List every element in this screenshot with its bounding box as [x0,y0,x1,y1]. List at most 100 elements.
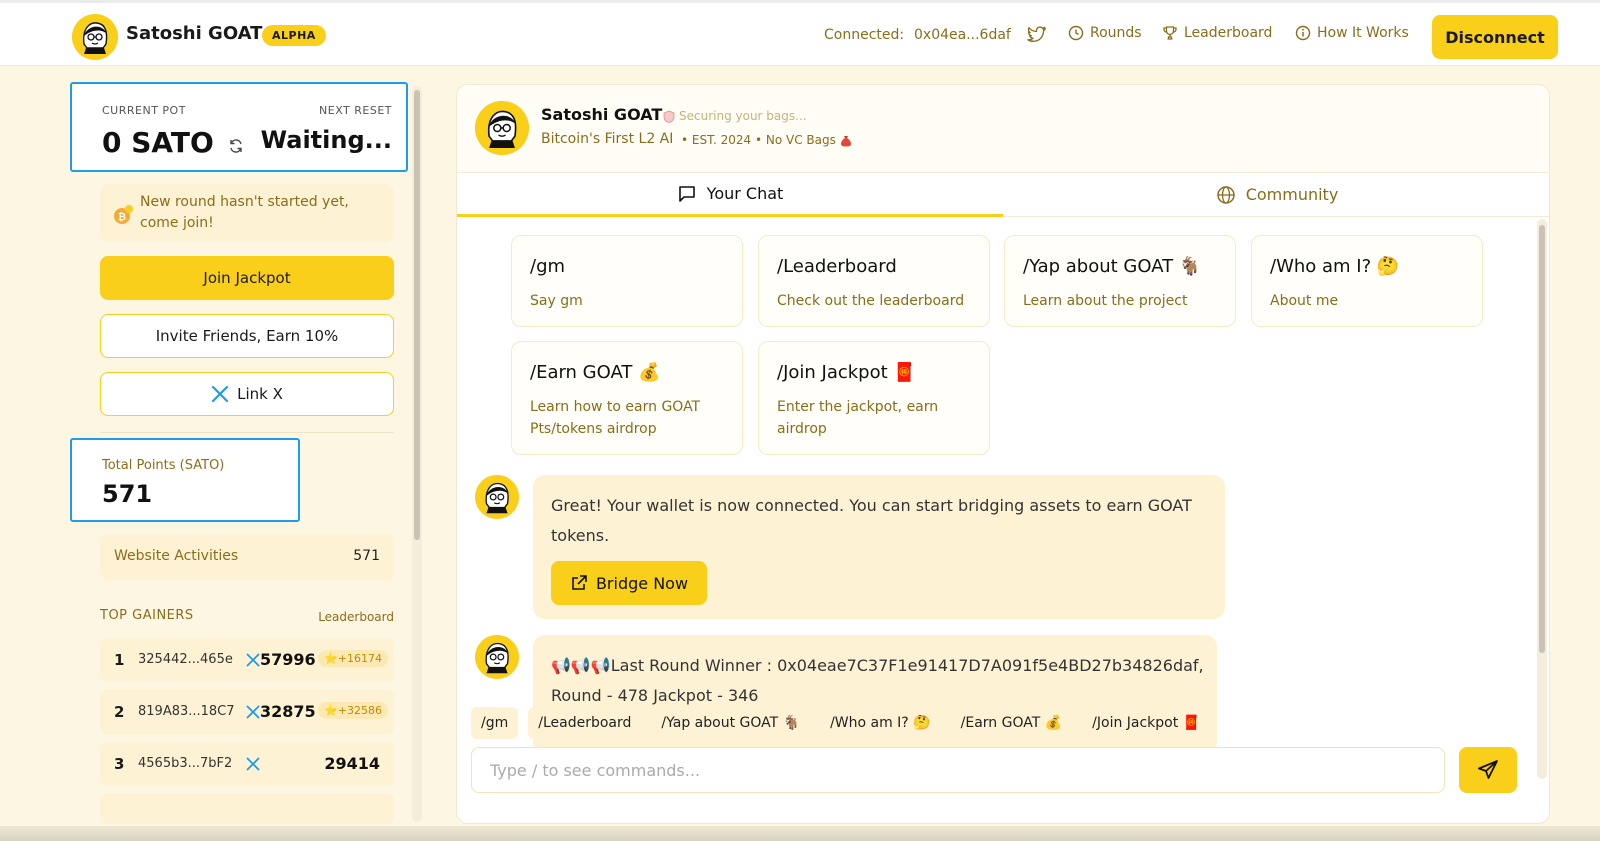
bot-header: Satoshi GOAT Securing your bags... Bitco… [457,85,1549,173]
nav-how-it-works[interactable]: How It Works [1295,25,1409,41]
satoshi-face-icon [475,101,529,155]
bridge-now-button[interactable]: Bridge Now [551,561,707,605]
round-line: Round - 478 Jackpot - 346 [551,686,759,705]
connected-address[interactable]: 0x04ea...6daf [914,27,1011,43]
satoshi-face-icon [475,635,519,679]
gainer-row[interactable]: 1 325442...465e 57996 ⭐+16174 [100,638,394,682]
external-link-icon [572,575,587,590]
invite-friends-button[interactable]: Invite Friends, Earn 10% [100,314,394,358]
total-points-value: 571 [102,480,153,508]
bot-tagline: Bitcoin's First L2 AI [541,131,674,147]
current-pot-label: CURRENT POT [102,104,186,117]
command-card-join-jackpot[interactable]: /Join Jackpot 🧧 Enter the jackpot, earn … [758,341,990,455]
quick-command-chip[interactable]: /Earn GOAT 💰 [950,707,1073,739]
nav-leaderboard-label: Leaderboard [1184,25,1273,41]
command-title: /Who am I? 🤔 [1270,256,1400,277]
left-panel: CURRENT POT 0 SATO NEXT RESET Waiting...… [70,82,412,824]
bitcoin-coin-icon: ₿ [112,202,136,230]
bot-avatar [475,101,529,155]
link-x-button[interactable]: Link X [100,372,394,416]
chat-scrollbar-thumb[interactable] [1539,225,1545,653]
command-card-yap[interactable]: /Yap about GOAT 🐐 Learn about the projec… [1004,235,1236,327]
trophy-icon [1163,26,1177,40]
command-card-who-am-i[interactable]: /Who am I? 🤔 About me [1251,235,1483,327]
chat-panel: Satoshi GOAT Securing your bags... Bitco… [456,84,1550,824]
left-scrollbar-thumb[interactable] [414,90,420,540]
tab-your-chat[interactable]: Your Chat [457,173,1003,217]
refresh-icon[interactable] [228,138,244,158]
gainer-row[interactable] [100,794,394,824]
round-notice-text: New round hasn't started yet, come join! [140,194,349,231]
next-reset-value: Waiting... [260,126,392,154]
nav-leaderboard[interactable]: Leaderboard [1162,25,1272,41]
activities-value: 571 [353,548,380,564]
top-navbar: Satoshi GOAT ALPHA Connected: 0x04ea...6… [0,0,1600,66]
command-description: Say gm [530,293,583,309]
gainer-row[interactable]: 2 819A83...18C7 32875 ⭐+32586 [100,690,394,734]
disconnect-button[interactable]: Disconnect [1432,15,1558,59]
quick-command-chip[interactable]: /Yap about GOAT 🐐 [651,707,811,739]
tab-your-chat-label: Your Chat [706,184,784,203]
bot-message-avatar [475,475,519,519]
logo-avatar[interactable] [72,14,118,60]
tab-community-label: Community [1245,185,1339,204]
nav-rounds-label: Rounds [1090,25,1142,41]
bot-status: Securing your bags... [663,109,807,123]
twitter-icon[interactable] [1027,26,1047,48]
join-jackpot-button[interactable]: Join Jackpot [100,256,394,300]
total-points-card: Total Points (SATO) 571 [70,438,300,522]
send-icon [1478,760,1498,779]
command-card-gm[interactable]: /gm Say gm [511,235,743,327]
next-reset-label: NEXT RESET [319,104,392,117]
quick-command-chip[interactable]: /gm [471,707,519,739]
command-title: /gm [530,256,566,277]
tab-community[interactable]: Community [1003,173,1549,217]
command-title: /Join Jackpot 🧧 [777,362,916,383]
quick-command-chip[interactable]: /Who am I? 🤔 [820,707,941,739]
top-gainers-leaderboard-link[interactable]: Leaderboard [318,610,394,624]
bridge-now-label: Bridge Now [595,573,689,593]
website-activities-row: Website Activities 571 [100,534,394,580]
round-notice: ₿ New round hasn't started yet, come joi… [100,184,394,242]
alpha-badge: ALPHA [262,25,326,46]
gainer-score: 29414 [324,754,380,773]
satoshi-face-icon [72,14,118,60]
message-text: Great! Your wallet is now connected. You… [551,496,1192,545]
command-title: /Leaderboard [777,256,897,277]
command-title: /Yap about GOAT 🐐 [1023,256,1202,277]
gainer-rank: 2 [114,703,125,721]
nav-rounds[interactable]: Rounds [1068,25,1142,41]
gainer-address: 325442...465e [138,652,233,667]
gainer-rank: 1 [114,651,125,669]
quick-command-chip[interactable]: /Join Jackpot 🧧 [1082,707,1211,739]
shield-icon [663,110,675,123]
bottom-edge [0,826,1600,841]
gainer-rank: 3 [114,755,125,773]
bot-message-avatar [475,635,519,679]
gainer-row[interactable]: 3 4565b3...7bF2 29414 [100,742,394,786]
command-title: /Earn GOAT 💰 [530,362,661,383]
x-logo-icon [246,704,260,723]
svg-text:₿: ₿ [118,211,126,223]
satoshi-face-icon [475,475,519,519]
send-button[interactable] [1459,747,1517,793]
quick-command-chip[interactable]: /Leaderboard [528,707,642,739]
gainer-delta-value: +16174 [337,652,382,665]
command-card-leaderboard[interactable]: /Leaderboard Check out the leaderboard [758,235,990,327]
gainer-delta: ⭐+16174 [318,650,388,667]
current-pot-card: CURRENT POT 0 SATO NEXT RESET Waiting... [70,82,408,172]
link-x-label: Link X [237,385,283,403]
quick-commands: /gm /Leaderboard /Yap about GOAT 🐐 /Who … [471,707,1531,741]
command-description: Learn about the project [1023,293,1188,309]
command-card-earn-goat[interactable]: /Earn GOAT 💰 Learn how to earn GOAT Pts/… [511,341,743,455]
wallet-connected-message: Great! Your wallet is now connected. You… [533,475,1225,619]
gainer-delta: ⭐+32586 [318,702,388,719]
command-description: Learn how to earn GOAT Pts/tokens airdro… [530,399,701,437]
chat-input[interactable]: Type / to see commands... [471,747,1445,793]
command-description: Check out the leaderboard [777,293,965,309]
total-points-label: Total Points (SATO) [102,458,225,473]
info-icon [1295,25,1311,41]
divider [100,432,394,433]
top-gainers-title: TOP GAINERS [100,608,194,623]
bot-meta-text: • EST. 2024 • No VC Bags [681,133,836,147]
